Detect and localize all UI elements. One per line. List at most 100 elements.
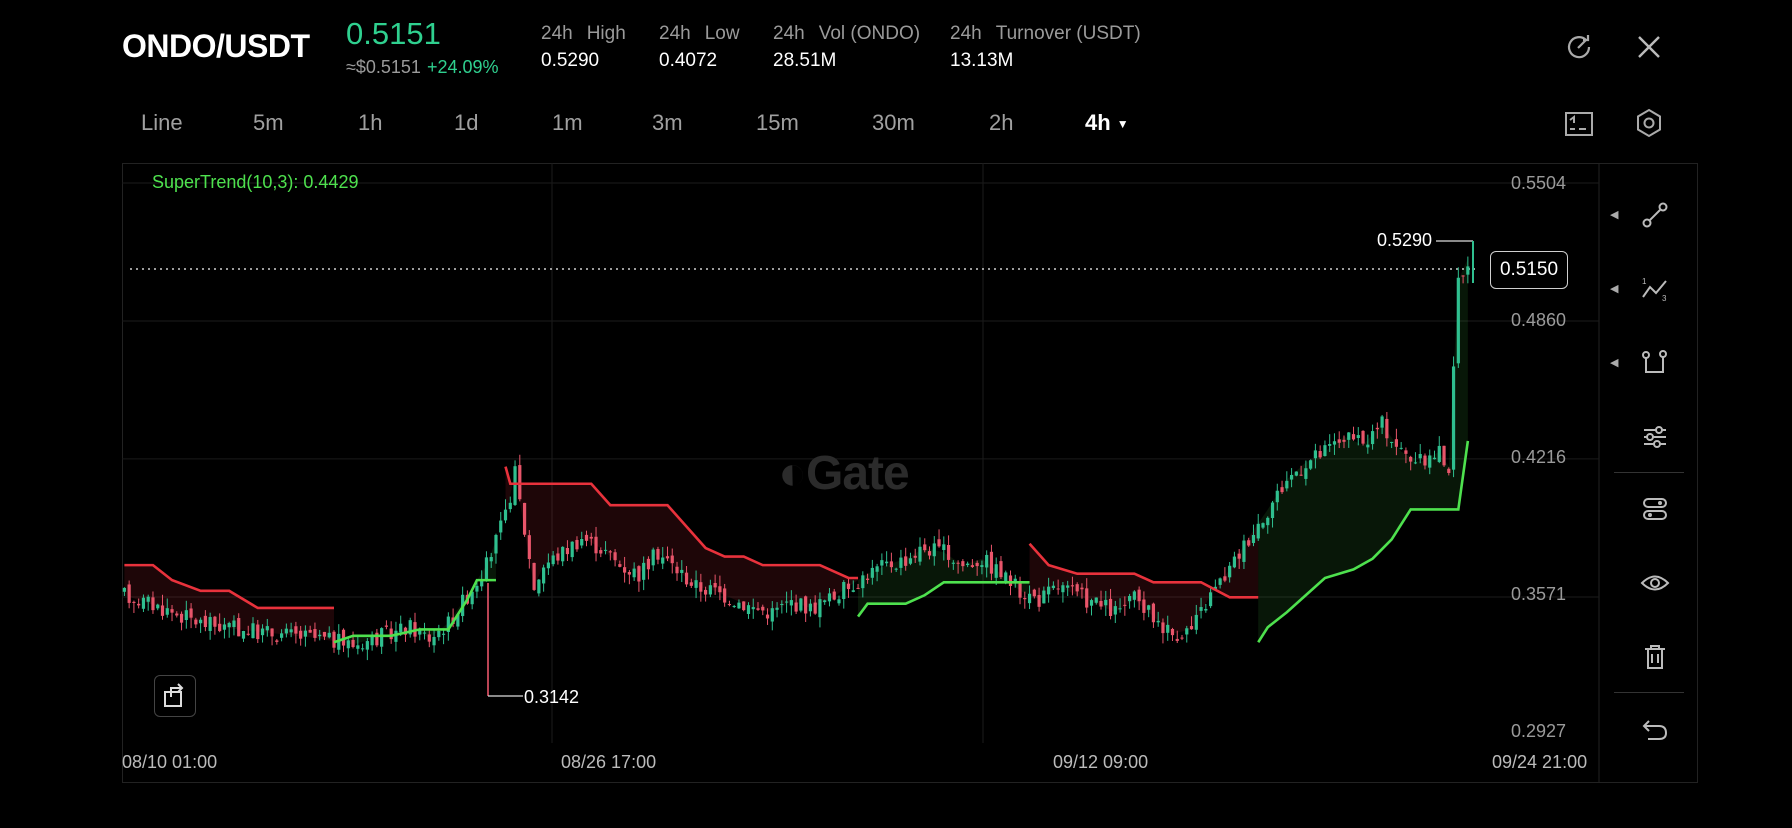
timeframe-4h-dropdown[interactable]: 4h ▼: [1085, 110, 1129, 136]
candle-body: [1180, 637, 1184, 639]
template-icon[interactable]: [1627, 481, 1683, 537]
candle-body: [927, 551, 932, 556]
candle-body: [1380, 416, 1384, 428]
stat-turnover-value: 13.13M: [950, 50, 1014, 71]
pair-title: ONDO/USDT: [122, 28, 310, 64]
candle-body: [213, 616, 217, 627]
candle-body: [260, 628, 265, 636]
timeframe-line[interactable]: Line: [141, 110, 183, 136]
candle-body: [494, 534, 498, 554]
candle-body: [1266, 517, 1270, 526]
candle-body: [1037, 595, 1041, 607]
candle-body: [1147, 605, 1151, 610]
chevron-down-icon: ▼: [1116, 117, 1129, 132]
candle-body: [556, 553, 560, 561]
timeframe-1m[interactable]: 1m: [552, 110, 583, 136]
candle-body: [251, 623, 255, 639]
candle-body: [289, 629, 293, 633]
candle-body: [1418, 454, 1422, 459]
candle-body: [1075, 584, 1079, 592]
timeframe-3m[interactable]: 3m: [652, 110, 683, 136]
timeframe-30m[interactable]: 30m: [872, 110, 915, 136]
trend-line-icon[interactable]: [1627, 187, 1683, 243]
low-marker-label: 0.3142: [524, 687, 580, 707]
candle-body: [208, 617, 212, 631]
candle-body: [889, 561, 893, 568]
candle-body: [904, 556, 908, 566]
candle-body: [1409, 456, 1413, 462]
timeframe-5m[interactable]: 5m: [253, 110, 284, 136]
supertrend-indicator-label[interactable]: SuperTrend(10,3): 0.4429: [152, 172, 358, 193]
candle-body: [723, 588, 727, 603]
candle-body: [499, 520, 503, 533]
y-tick: 0.2927: [1511, 721, 1567, 741]
stat-low-value: 0.4072: [659, 50, 718, 71]
candle-body: [351, 639, 355, 648]
price-chart[interactable]: [122, 163, 1698, 783]
fib-icon[interactable]: 13: [1627, 261, 1683, 317]
candle-body: [999, 561, 1003, 578]
candle-body: [1142, 599, 1146, 613]
candle-body: [951, 562, 955, 564]
refresh-icon[interactable]: [1562, 30, 1596, 64]
candle-body: [813, 602, 817, 614]
timeframe-1d[interactable]: 1d: [454, 110, 478, 136]
candle-body: [179, 613, 184, 623]
candle-body: [303, 630, 308, 637]
candle-body: [1247, 540, 1251, 546]
timeframe-1h[interactable]: 1h: [358, 110, 382, 136]
candle-body: [727, 604, 732, 606]
expand-arrow-icon[interactable]: ◀: [1610, 208, 1618, 221]
expand-arrow-icon[interactable]: ◀: [1610, 282, 1618, 295]
candle-body: [1423, 455, 1427, 466]
settings-hex-icon[interactable]: [1632, 106, 1666, 140]
candle-body: [827, 593, 832, 602]
stat-period: 24h: [541, 23, 573, 44]
toolbar-divider: [1614, 692, 1684, 693]
candle-body: [942, 544, 946, 551]
candle-body: [1104, 599, 1108, 606]
indicator-settings-icon[interactable]: [1627, 408, 1683, 464]
candle-body: [980, 565, 984, 568]
candle-body: [823, 600, 827, 603]
candle-body: [1051, 585, 1055, 589]
stat-high-value: 0.5290: [541, 50, 600, 71]
shape-icon[interactable]: [1627, 335, 1683, 391]
candle-body: [842, 582, 846, 599]
delete-trash-icon[interactable]: [1627, 629, 1683, 685]
candle-body: [746, 605, 751, 614]
candle-body: [156, 604, 160, 609]
candle-body: [708, 585, 712, 595]
candle-body: [1094, 597, 1098, 603]
expand-arrow-icon[interactable]: ◀: [1610, 356, 1618, 369]
candle-body: [1351, 434, 1356, 440]
candle-body: [1313, 450, 1318, 459]
candle-body: [1232, 556, 1237, 568]
candle-body: [441, 633, 446, 635]
candle-body: [618, 564, 622, 567]
candle-body: [861, 575, 865, 589]
candle-body: [675, 566, 679, 574]
undo-icon[interactable]: [1627, 702, 1683, 758]
timeframe-2h[interactable]: 2h: [989, 110, 1013, 136]
candle-body: [642, 562, 646, 580]
candle-body: [956, 562, 960, 564]
candle-body: [694, 580, 698, 588]
timeframe-15m[interactable]: 15m: [756, 110, 799, 136]
candle-body: [199, 619, 203, 624]
candle-body: [1390, 441, 1394, 443]
candle-body: [846, 583, 851, 590]
candle-body: [1066, 585, 1070, 588]
stat-name: Vol (ONDO): [818, 23, 921, 44]
candle-body: [1018, 581, 1022, 598]
candle-body: [241, 630, 246, 639]
candle-body: [141, 597, 146, 609]
close-icon[interactable]: [1632, 30, 1666, 64]
candle-body: [1299, 474, 1303, 476]
candle-body: [1137, 589, 1141, 602]
indicator-panel-icon[interactable]: [1562, 108, 1596, 140]
visibility-eye-icon[interactable]: [1627, 555, 1683, 611]
candle-body: [894, 568, 898, 570]
share-button[interactable]: [154, 675, 196, 717]
stat-vol-value: 28.51M: [773, 50, 837, 71]
